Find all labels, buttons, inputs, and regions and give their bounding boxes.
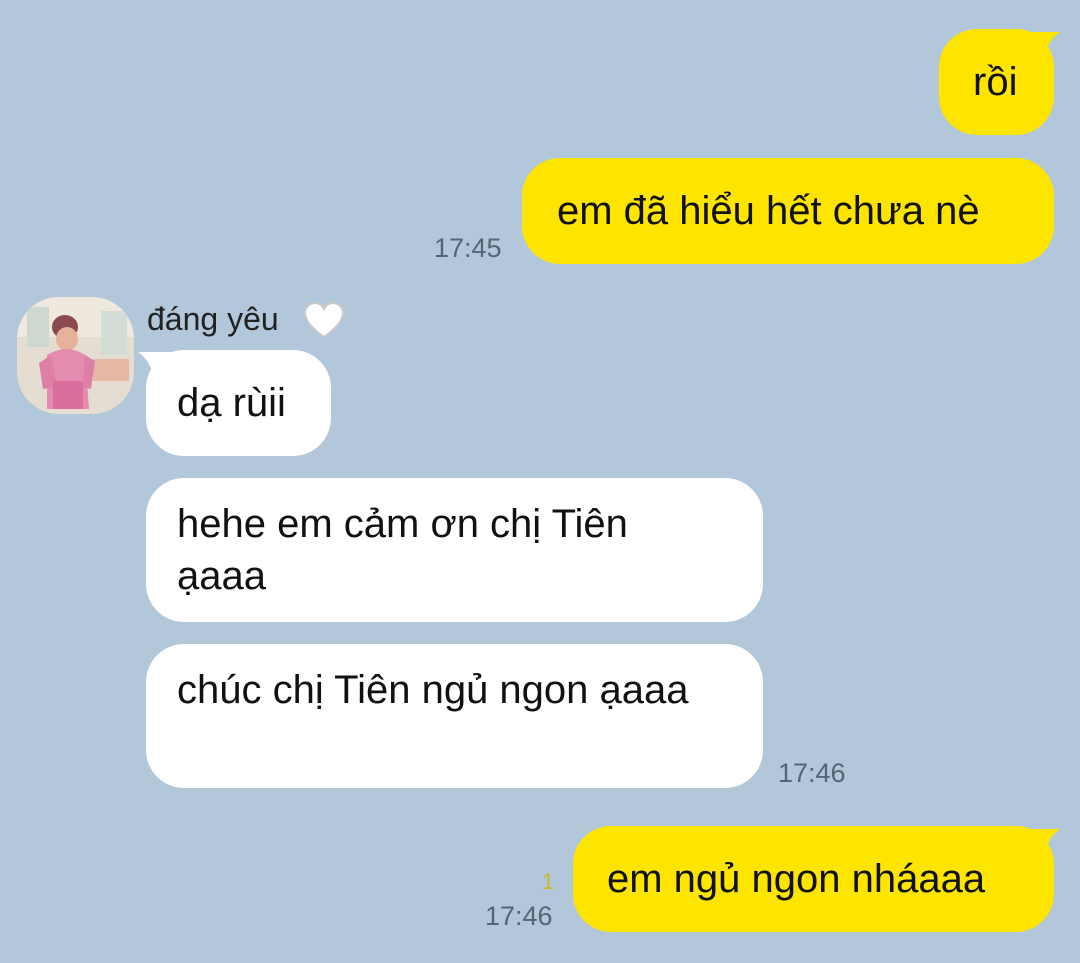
message-timestamp: 17:46	[778, 758, 846, 788]
message-text: em đã hiểu hết chưa nè	[557, 189, 980, 233]
outgoing-message-bubble[interactable]: em ngủ ngon nháaaa	[573, 826, 1054, 932]
message-text: chúc chị Tiên ngủ ngon ạaaa	[177, 668, 689, 712]
incoming-message-bubble[interactable]: dạ rùii	[146, 350, 331, 456]
message-text: rồi	[973, 60, 1018, 104]
message-text: em ngủ ngon nháaaa	[607, 857, 986, 901]
profile-photo	[17, 297, 134, 414]
contact-name: đáng yêu	[147, 301, 279, 337]
message-timestamp: 17:46	[485, 901, 553, 931]
unread-count: 1	[542, 869, 555, 894]
bubble-tail	[1024, 829, 1060, 855]
incoming-message-bubble[interactable]: hehe em cảm ơn chị Tiên ạaaa	[146, 478, 763, 622]
message-text: dạ rùii	[177, 381, 286, 425]
incoming-message-bubble[interactable]: chúc chị Tiên ngủ ngon ạaaa	[146, 644, 763, 788]
outgoing-message-bubble[interactable]: em đã hiểu hết chưa nè	[522, 158, 1054, 264]
message-text: hehe em cảm ơn chị Tiên ạaaa	[177, 502, 628, 598]
contact-avatar[interactable]	[17, 297, 134, 414]
bubble-tail	[1024, 32, 1060, 58]
white-heart-icon	[303, 301, 345, 339]
message-timestamp: 17:45	[434, 233, 502, 263]
